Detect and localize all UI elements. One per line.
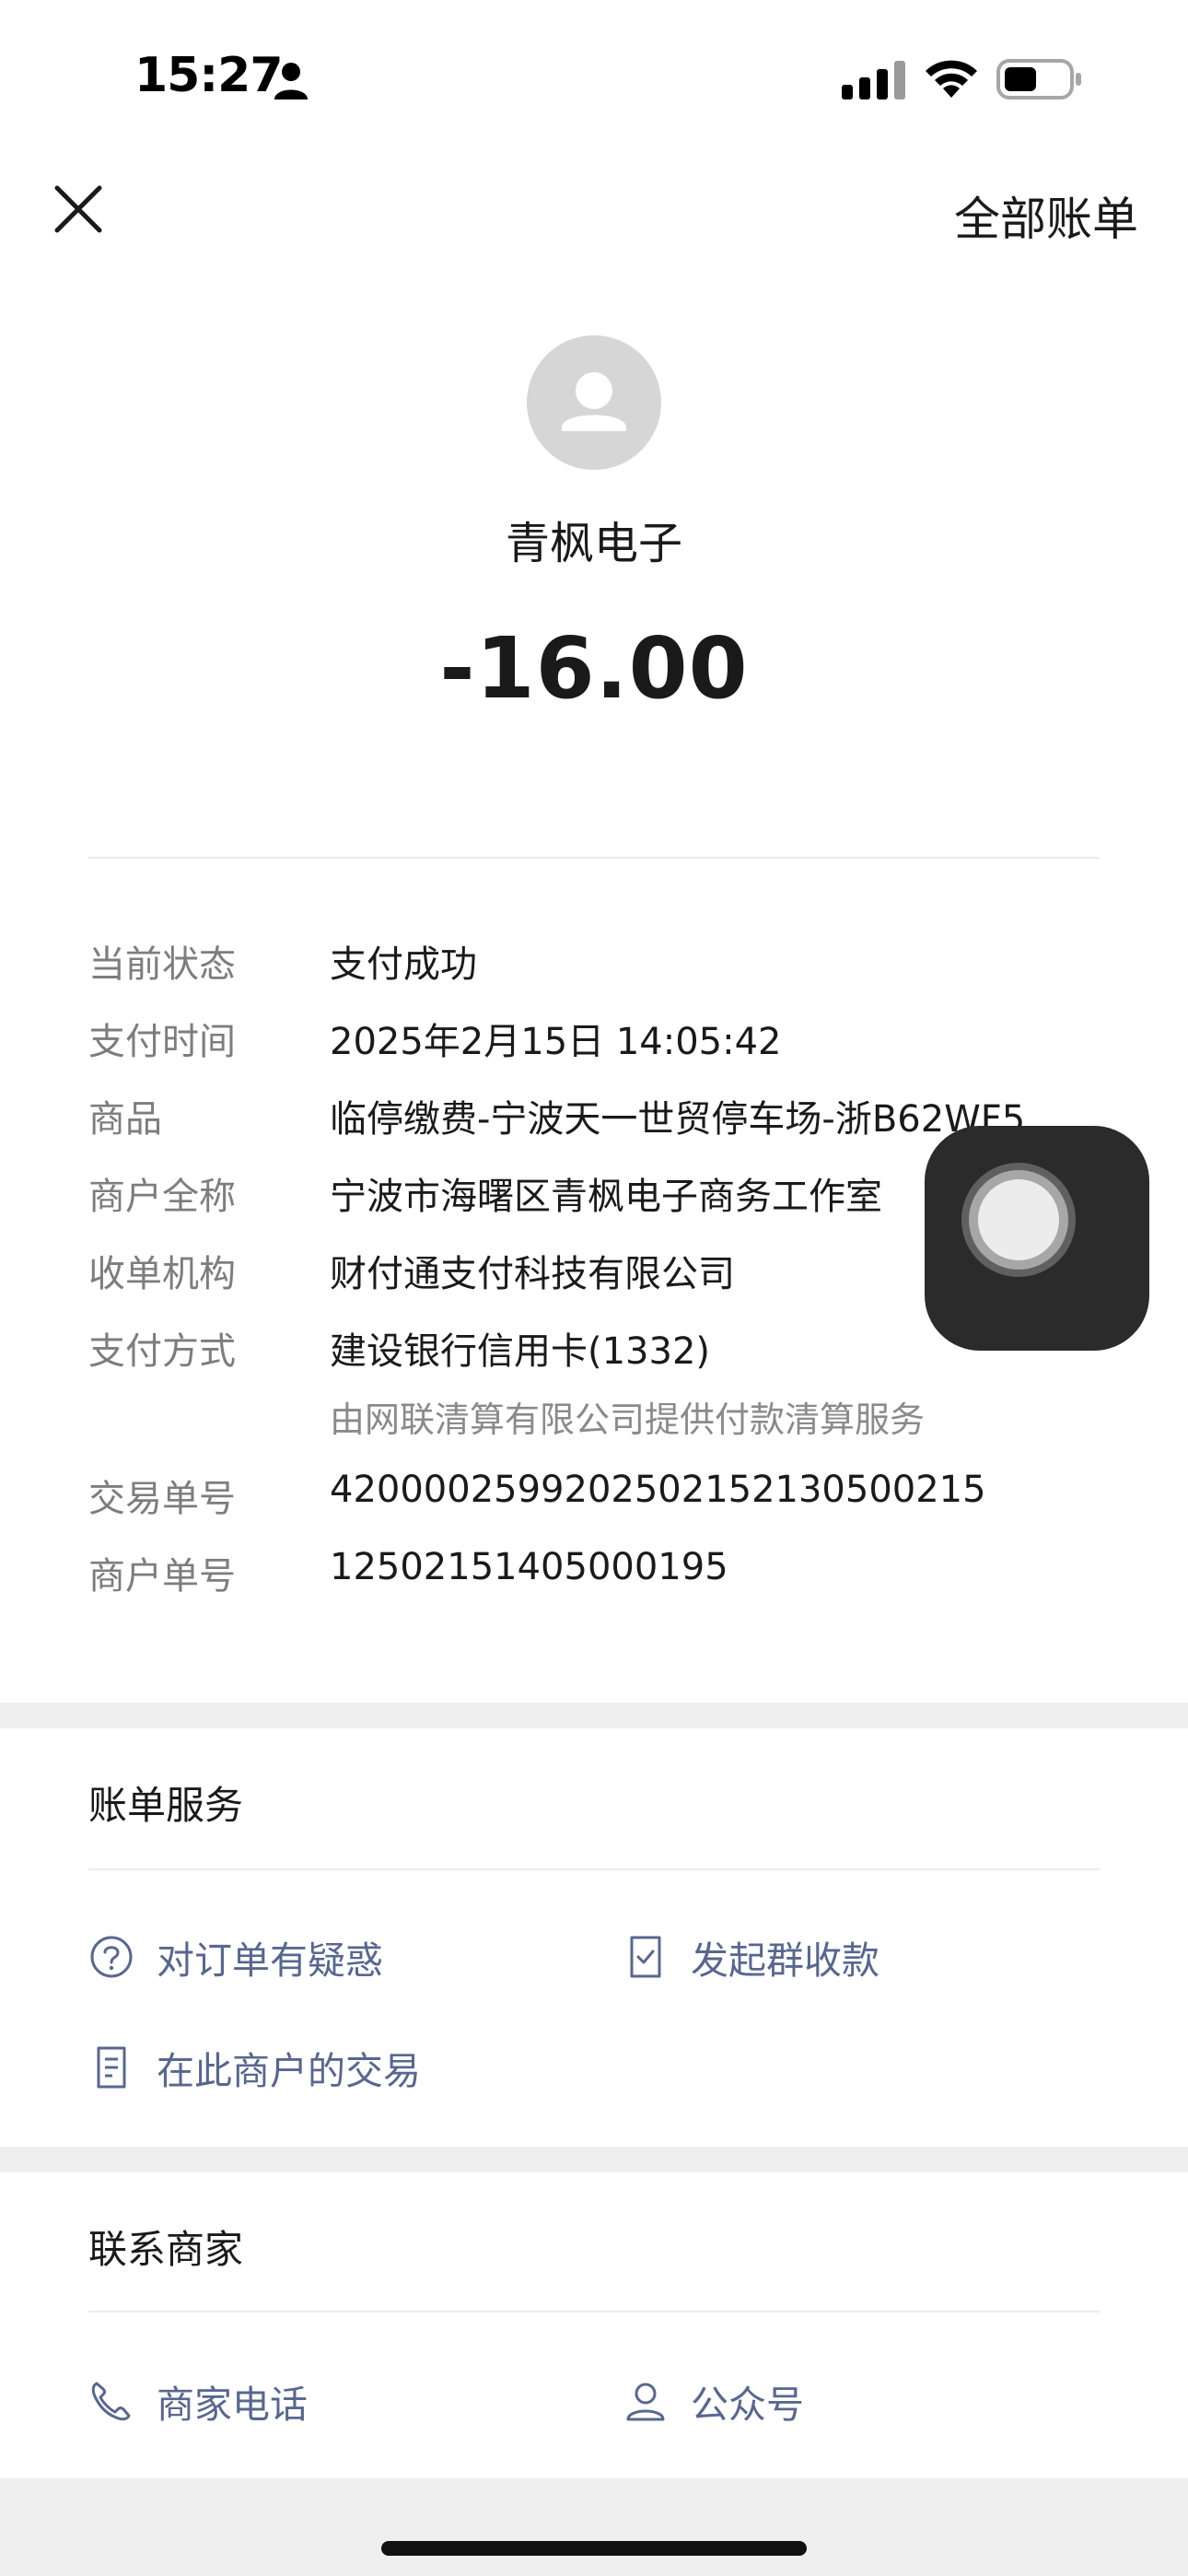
assistive-touch-button[interactable] <box>925 1126 1149 1351</box>
merchant-name: 青枫电子 <box>505 518 682 569</box>
battery-icon <box>996 59 1081 100</box>
home-indicator[interactable] <box>381 2541 807 2556</box>
divider <box>88 857 1100 859</box>
section-separator <box>0 2147 1188 2172</box>
divider <box>88 1868 1100 1870</box>
pay-time-value: 2025年2月15日 14:05:42 <box>330 1021 782 1063</box>
section-separator <box>0 1703 1188 1728</box>
contact-merchant-title: 联系商家 <box>88 2227 244 2272</box>
acquirer-value: 财付通支付科技有限公司 <box>330 1253 735 1295</box>
product-label: 商品 <box>88 1098 162 1141</box>
status-label: 当前状态 <box>88 943 236 986</box>
wifi-icon <box>926 60 977 98</box>
checklist-icon <box>630 1936 661 1978</box>
question-icon <box>90 1936 133 1978</box>
merchant-order-label: 商户单号 <box>88 1555 236 1598</box>
merchant-phone-label: 商家电话 <box>157 2383 308 2427</box>
signal-icon <box>842 61 905 100</box>
pay-method-label: 支付方式 <box>88 1330 236 1373</box>
official-account-label: 公众号 <box>691 2383 804 2427</box>
bill-detail-page: 15:27 全部账单 青枫电子 -16.00 当前状态 支付成功 支付时间 20… <box>0 0 1188 2576</box>
merchant-transactions-label: 在此商户的交易 <box>157 2049 421 2093</box>
close-icon[interactable] <box>50 181 107 238</box>
group-collect-label: 发起群收款 <box>691 1938 879 1983</box>
group-collect-link[interactable]: 发起群收款 <box>623 1929 879 1985</box>
merchant-phone-link[interactable]: 商家电话 <box>88 2373 308 2429</box>
merchant-order-value: 12502151405000195 <box>330 1546 728 1588</box>
person-outline-icon <box>626 2383 665 2421</box>
status-time: 15:27 <box>134 48 284 103</box>
assistive-dot <box>978 1179 1059 1260</box>
user-placeholder-icon <box>562 372 626 431</box>
phone-icon <box>91 2382 131 2421</box>
official-account-link[interactable]: 公众号 <box>623 2373 804 2429</box>
pay-method-value: 建设银行信用卡(1332) <box>330 1330 711 1373</box>
acquirer-label: 收单机构 <box>88 1253 236 1295</box>
transaction-no-value: 4200002599202502152130500215 <box>330 1469 986 1511</box>
pay-time-label: 支付时间 <box>88 1021 236 1063</box>
payment-amount: -16.00 <box>439 619 749 718</box>
order-question-link[interactable]: 对订单有疑惑 <box>88 1929 383 1985</box>
bottom-area <box>0 2478 1188 2576</box>
order-question-label: 对订单有疑惑 <box>157 1938 383 1983</box>
merchant-fullname-value: 宁波市海曙区青枫电子商务工作室 <box>330 1176 882 1218</box>
merchant-fullname-label: 商户全称 <box>88 1176 236 1218</box>
merchant-avatar <box>527 335 661 470</box>
product-value: 临停缴费-宁波天一世贸停车场-浙B62WF5 <box>330 1098 1026 1141</box>
document-icon <box>97 2046 126 2089</box>
all-bills-link[interactable]: 全部账单 <box>954 182 1138 249</box>
bill-service-title: 账单服务 <box>88 1783 244 1828</box>
status-bar: 15:27 <box>0 0 1188 157</box>
divider <box>88 2311 1100 2313</box>
clearing-note: 由网联清算有限公司提供付款清算服务 <box>330 1399 926 1440</box>
merchant-transactions-link[interactable]: 在此商户的交易 <box>88 2040 421 2095</box>
person-icon <box>274 63 308 100</box>
status-value: 支付成功 <box>330 943 477 986</box>
transaction-no-label: 交易单号 <box>88 1478 236 1520</box>
